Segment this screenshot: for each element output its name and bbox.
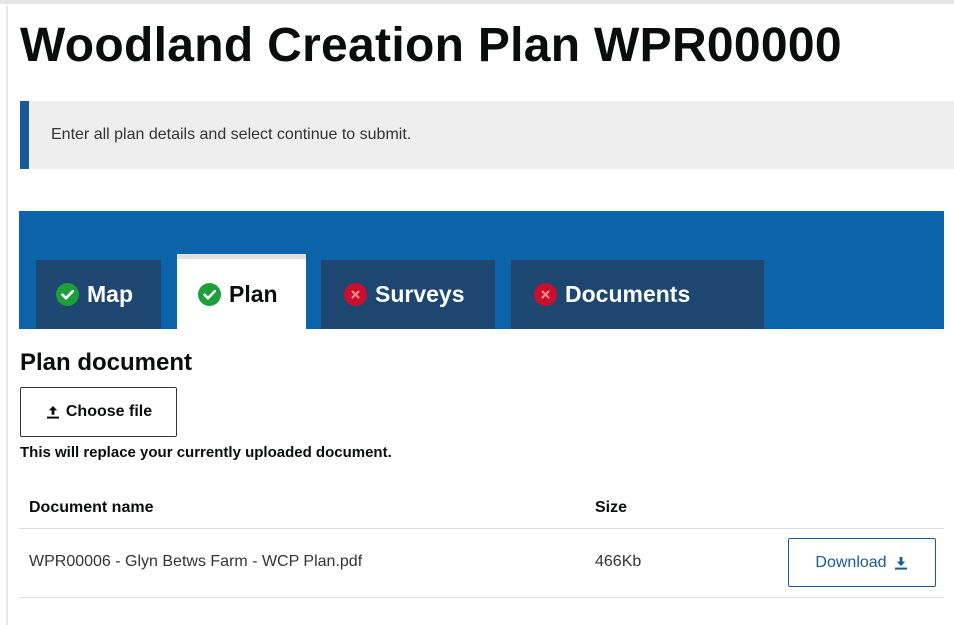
tab-documents[interactable]: Documents xyxy=(511,260,764,329)
table-header-row: Document name Size xyxy=(19,488,944,529)
table-row: WPR00006 - Glyn Betws Farm - WCP Plan.pd… xyxy=(19,529,944,598)
check-circle-icon xyxy=(198,282,221,306)
top-divider xyxy=(0,0,954,4)
tab-map[interactable]: Map xyxy=(36,260,161,329)
notice-panel: Enter all plan details and select contin… xyxy=(20,101,954,169)
documents-table: Document name Size WPR00006 - Glyn Betws… xyxy=(19,488,944,598)
tab-surveys[interactable]: Surveys xyxy=(321,260,495,329)
notice-text: Enter all plan details and select contin… xyxy=(51,126,412,143)
tab-label: Map xyxy=(87,281,133,307)
replace-hint: This will replace your currently uploade… xyxy=(20,444,392,461)
download-icon xyxy=(893,555,909,571)
tab-label: Plan xyxy=(229,280,278,307)
upload-icon xyxy=(45,404,61,420)
left-divider xyxy=(6,6,8,625)
tab-label: Surveys xyxy=(375,281,465,307)
document-size-cell: 466Kb xyxy=(595,553,642,570)
column-header-document-name: Document name xyxy=(29,499,154,516)
cross-circle-icon xyxy=(344,283,367,306)
page-title: Woodland Creation Plan WPR00000 xyxy=(20,19,842,72)
check-circle-icon xyxy=(56,283,79,306)
choose-file-label: Choose file xyxy=(65,403,153,420)
document-name-cell: WPR00006 - Glyn Betws Farm - WCP Plan.pd… xyxy=(29,553,363,570)
column-header-size: Size xyxy=(595,499,628,516)
section-heading: Plan document xyxy=(20,349,193,376)
tab-plan[interactable]: Plan xyxy=(177,254,306,329)
download-button[interactable]: Download xyxy=(788,538,936,587)
page: Woodland Creation Plan WPR00000 Enter al… xyxy=(0,0,954,625)
download-label: Download xyxy=(815,553,887,571)
cross-circle-icon xyxy=(534,283,557,306)
choose-file-button[interactable]: Choose file xyxy=(20,387,177,437)
tab-label: Documents xyxy=(565,281,691,307)
